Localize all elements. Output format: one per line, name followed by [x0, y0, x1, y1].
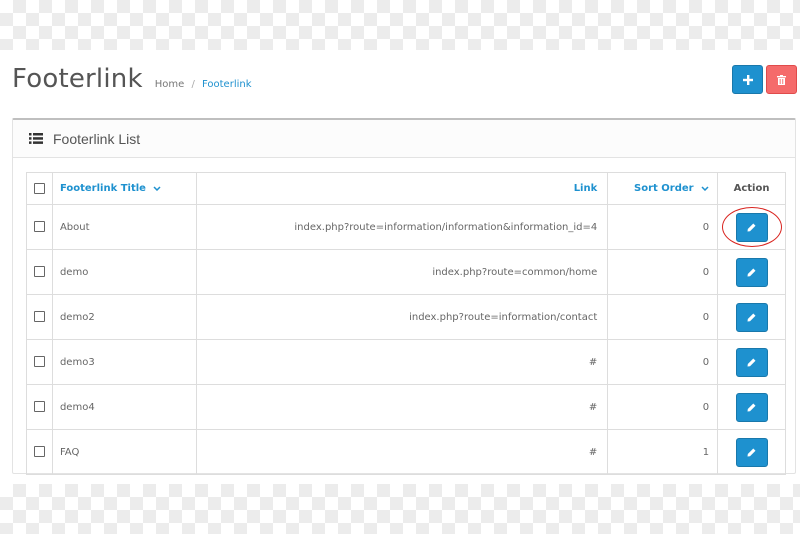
row-link: index.php?route=information/information&… [195, 204, 609, 250]
row-sort-order: 0 [607, 384, 719, 430]
row-checkbox[interactable] [33, 221, 45, 233]
page-content: Footerlink Home / Footerlink Footerlink … [0, 50, 800, 484]
panel-heading: Footerlink List [13, 120, 795, 158]
list-icon [29, 133, 43, 144]
watermark-strip-top [0, 0, 800, 50]
edit-button[interactable] [735, 392, 768, 422]
column-sort-label: Sort Order [634, 183, 694, 194]
highlight-circle [721, 206, 782, 247]
table-row: About index.php?route=information/inform… [26, 204, 786, 250]
breadcrumb-home[interactable]: Home [155, 79, 185, 90]
pencil-icon [747, 358, 756, 366]
pencil-icon [747, 313, 756, 321]
select-all-checkbox[interactable] [33, 182, 45, 194]
page-title: Footerlink [12, 64, 143, 94]
breadcrumb: Home / Footerlink [155, 79, 252, 90]
table-row: demo index.php?route=common/home 0 [26, 249, 786, 295]
row-link: index.php?route=common/home [195, 249, 609, 295]
row-title: About [51, 204, 197, 250]
row-title: demo2 [51, 294, 197, 340]
column-header-action: Action [717, 172, 786, 205]
column-title-label: Footerlink Title [59, 183, 146, 194]
row-sort-order: 0 [607, 249, 719, 295]
add-new-button[interactable] [732, 65, 763, 94]
row-checkbox[interactable] [33, 446, 45, 458]
panel-title: Footerlink List [53, 130, 141, 147]
column-action-label: Action [733, 183, 770, 194]
row-link: # [195, 339, 609, 385]
table-row: demo4 # 0 [26, 384, 786, 430]
row-link: index.php?route=information/contact [195, 294, 609, 340]
breadcrumb-footerlink[interactable]: Footerlink [202, 79, 252, 90]
chevron-down-icon [701, 185, 709, 191]
row-sort-order: 0 [607, 294, 719, 340]
column-header-link[interactable]: Link [195, 172, 609, 205]
pencil-icon [747, 448, 756, 456]
edit-button[interactable] [735, 302, 768, 332]
table-row: demo2 index.php?route=information/contac… [26, 294, 786, 340]
row-checkbox[interactable] [33, 401, 45, 413]
watermark-strip-bottom [0, 484, 800, 534]
chevron-down-icon [153, 185, 161, 191]
select-all-cell [26, 172, 53, 205]
table-header-row: Footerlink Title Link Sort Order Action [26, 172, 786, 205]
row-link: # [195, 429, 609, 475]
edit-button[interactable] [735, 347, 768, 377]
row-checkbox[interactable] [33, 266, 45, 278]
row-title: demo [51, 249, 197, 295]
edit-button[interactable] [735, 257, 768, 287]
row-title: FAQ [51, 429, 197, 475]
column-header-title[interactable]: Footerlink Title [51, 172, 197, 205]
row-checkbox[interactable] [33, 356, 45, 368]
pencil-icon [747, 403, 756, 411]
row-title: demo4 [51, 384, 197, 430]
trash-icon [777, 74, 786, 85]
pencil-icon [747, 268, 756, 276]
edit-button[interactable] [735, 437, 768, 467]
page-header: Footerlink Home / Footerlink [12, 64, 252, 104]
column-link-label: Link [573, 183, 598, 194]
footerlink-list-panel: Footerlink List Footerlink Title Link So… [12, 118, 796, 475]
column-header-sort-order[interactable]: Sort Order [607, 172, 719, 205]
delete-button[interactable] [766, 65, 797, 94]
footerlink-table: Footerlink Title Link Sort Order Action … [26, 172, 786, 475]
row-sort-order: 1 [607, 429, 719, 475]
row-title: demo3 [51, 339, 197, 385]
table-row: demo3 # 0 [26, 339, 786, 385]
breadcrumb-separator: / [191, 79, 195, 90]
row-checkbox[interactable] [33, 311, 45, 323]
row-link: # [195, 384, 609, 430]
row-sort-order: 0 [607, 204, 719, 250]
table-row: FAQ # 1 [26, 429, 786, 475]
row-sort-order: 0 [607, 339, 719, 385]
plus-icon [742, 74, 753, 85]
